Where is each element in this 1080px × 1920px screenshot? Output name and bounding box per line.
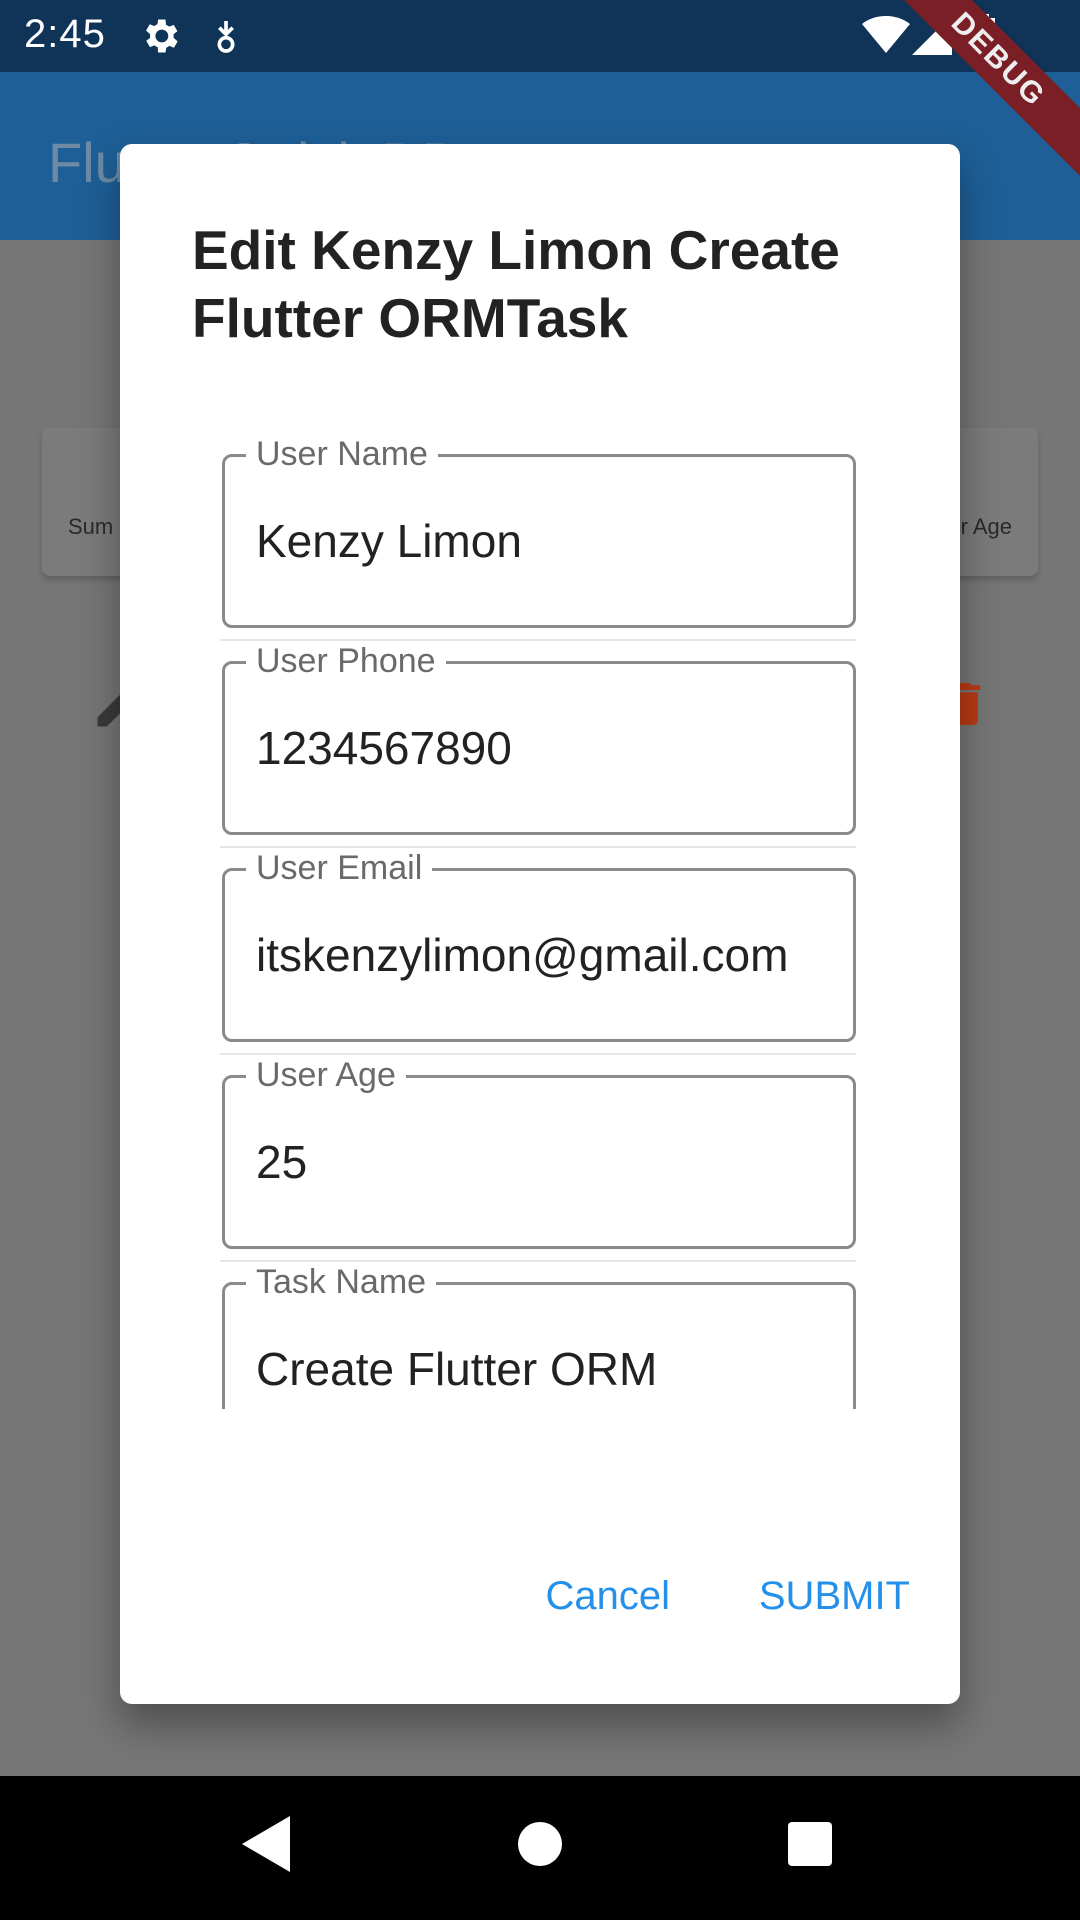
user-age-input-border[interactable]: [222, 1075, 856, 1249]
navigation-bar: [0, 1776, 1080, 1920]
background-card-right-text: r Age: [960, 514, 1012, 539]
background-card-left-text: Sum: [68, 514, 114, 539]
user-age-label: User Age: [246, 1055, 406, 1095]
user-name-label: User Name: [246, 434, 438, 474]
user-email-label: User Email: [246, 848, 433, 888]
edit-dialog: Edit Kenzy Limon Create Flutter ORMTask …: [120, 144, 960, 1704]
status-time: 2:45: [24, 12, 106, 56]
user-age-field[interactable]: User Age 25: [220, 1055, 856, 1262]
task-name-label: Task Name: [246, 1262, 437, 1302]
user-name-value[interactable]: Kenzy Limon: [256, 514, 522, 568]
recents-icon[interactable]: [786, 1816, 834, 1877]
user-age-value[interactable]: 25: [256, 1135, 307, 1189]
cancel-button[interactable]: Cancel: [545, 1574, 670, 1619]
gear-icon: [138, 14, 182, 63]
download-icon: [206, 14, 246, 63]
user-email-value[interactable]: itskenzylimon@gmail.com: [256, 928, 788, 982]
wifi-icon: [862, 14, 910, 61]
user-email-field[interactable]: User Email itskenzylimon@gmail.com: [220, 848, 856, 1055]
task-name-field[interactable]: Task Name Create Flutter ORM: [220, 1262, 856, 1409]
dialog-form[interactable]: User Name Kenzy Limon User Phone 1234567…: [220, 434, 856, 1409]
user-phone-field[interactable]: User Phone 1234567890: [220, 641, 856, 848]
back-icon[interactable]: [242, 1816, 290, 1877]
task-name-value[interactable]: Create Flutter ORM: [256, 1342, 657, 1396]
submit-button[interactable]: SUBMIT: [759, 1574, 910, 1619]
home-icon[interactable]: [516, 1816, 564, 1877]
dialog-title: Edit Kenzy Limon Create Flutter ORMTask: [192, 219, 840, 349]
user-phone-label: User Phone: [246, 641, 446, 681]
user-name-field[interactable]: User Name Kenzy Limon: [220, 434, 856, 641]
user-phone-value[interactable]: 1234567890: [256, 721, 512, 775]
